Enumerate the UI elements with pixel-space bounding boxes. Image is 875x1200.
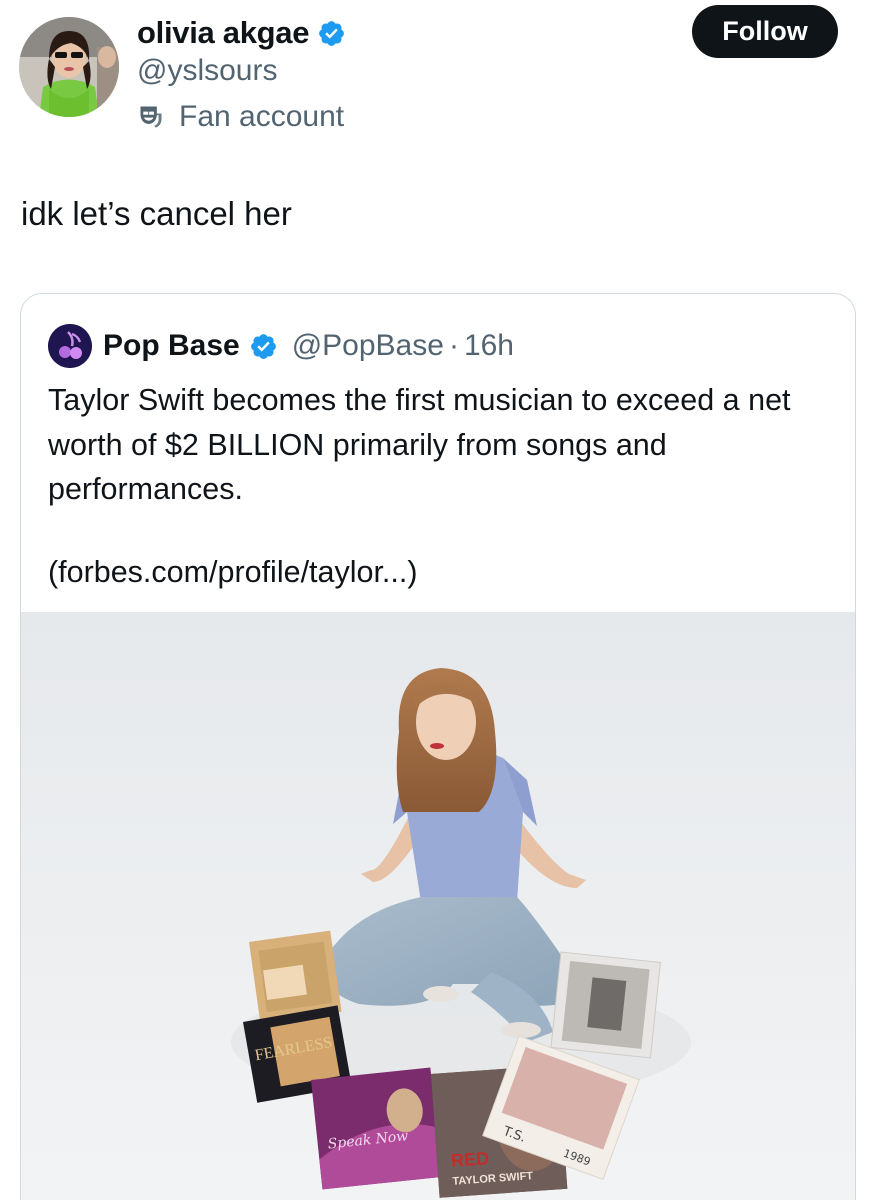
- quoted-author-name[interactable]: Pop Base: [103, 329, 240, 363]
- quoted-author-avatar[interactable]: [48, 324, 92, 368]
- verified-badge-icon[interactable]: [317, 19, 346, 48]
- author-avatar[interactable]: [19, 17, 119, 117]
- theater-masks-icon: [140, 106, 162, 128]
- photo-illustration: FEARLESS Speak Now RED TAYLOR SWIFT T.S.…: [21, 612, 855, 1200]
- author-display-name[interactable]: olivia akgae: [137, 15, 309, 51]
- separator-dot: ·: [448, 329, 459, 362]
- fan-account-label: Fan account: [179, 100, 345, 133]
- post-text: idk let’s cancel her: [21, 195, 292, 232]
- quoted-post-link[interactable]: (forbes.com/profile/taylor...): [48, 550, 418, 594]
- album-reputation: [550, 951, 662, 1059]
- quoted-post-text: Taylor Swift becomes the first musician …: [48, 383, 791, 506]
- album-label-red: RED: [450, 1148, 489, 1171]
- quoted-verified-badge-icon: [250, 333, 276, 359]
- account-label: Fan account: [137, 98, 344, 136]
- quoted-post-photo[interactable]: FEARLESS Speak Now RED TAYLOR SWIFT T.S.…: [21, 612, 855, 1200]
- quoted-author-handle[interactable]: @PopBase: [292, 329, 444, 363]
- quoted-post-card[interactable]: Pop Base @PopBase · 16h Taylor Swift bec…: [20, 293, 856, 1200]
- follow-button[interactable]: Follow: [692, 5, 838, 58]
- author-name-row: olivia akgae: [137, 12, 346, 54]
- quoted-post-header: Pop Base @PopBase · 16h: [48, 324, 514, 368]
- quoted-post-time[interactable]: 16h: [464, 329, 514, 363]
- author-handle[interactable]: @yslsours: [137, 54, 277, 88]
- album-speak-now: Speak Now: [311, 1067, 442, 1190]
